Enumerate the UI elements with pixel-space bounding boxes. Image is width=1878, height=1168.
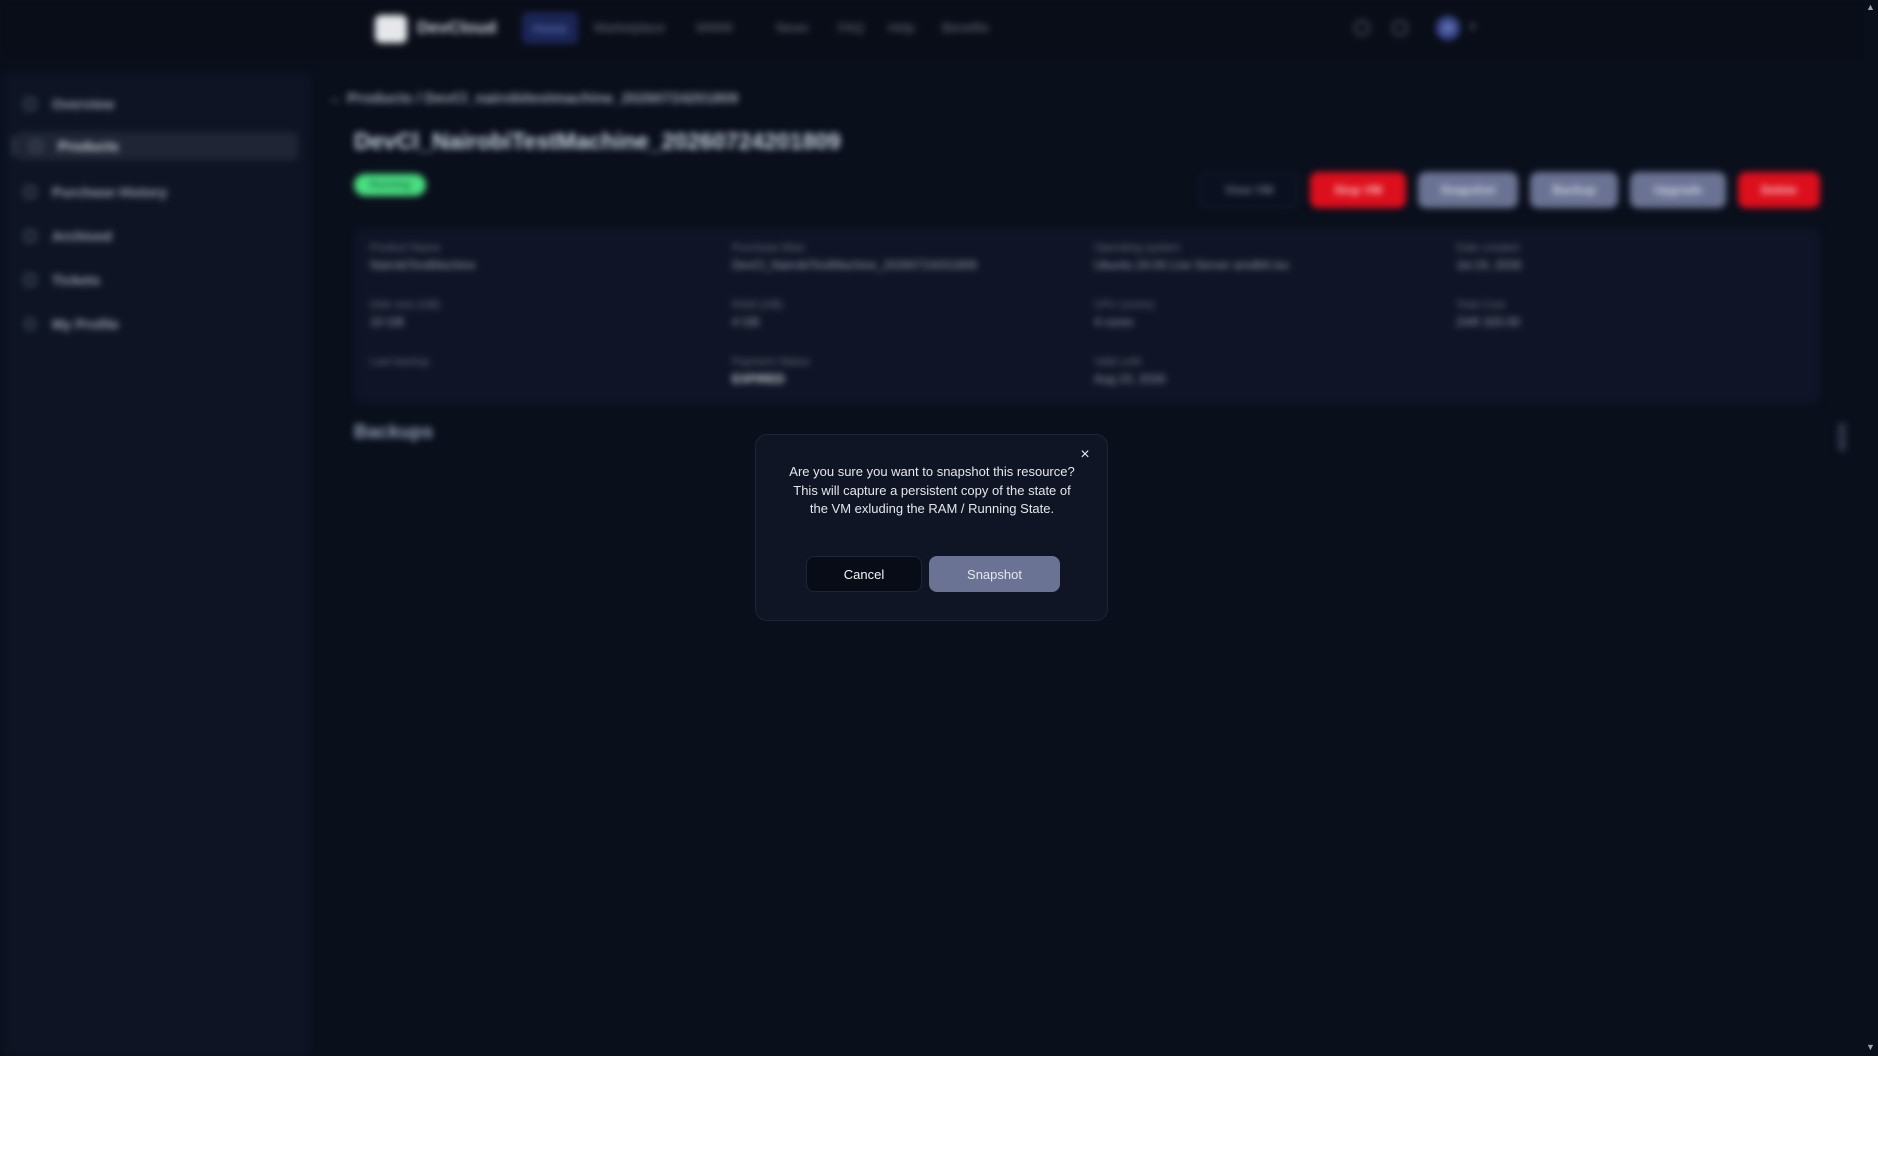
sidebar-item-label: Overview: [52, 96, 115, 112]
sidebar-item-my-profile[interactable]: My Profile: [24, 310, 296, 338]
ticket-icon: [24, 274, 36, 286]
backups-heading: Backups: [354, 422, 434, 443]
detail-date-created: Date created Jul 24, 2026: [1456, 242, 1521, 272]
archive-icon: [24, 230, 36, 242]
delete-button[interactable]: Delete: [1738, 172, 1820, 208]
breadcrumb-text: Products / DevCl_nairobitestmachine_2026…: [347, 90, 739, 107]
detail-total-cost: Total Cost ZAR 320.00: [1456, 299, 1520, 329]
nav-marketplace[interactable]: Marketplace: [594, 20, 665, 35]
detail-value: 4 cores: [1094, 315, 1134, 329]
logo-icon[interactable]: [375, 15, 407, 43]
sidebar-item-products[interactable]: Products: [12, 132, 298, 160]
detail-last-backup: Last backup: [370, 356, 429, 372]
detail-disk: Disk size (GB) 10 GB: [370, 299, 440, 329]
stop-vm-button[interactable]: Stop VM: [1310, 172, 1406, 208]
backup-button[interactable]: Backup: [1530, 172, 1618, 208]
dialog-message: Are you sure you want to snapshot this r…: [789, 464, 1075, 516]
detail-label: Operating system: [1094, 242, 1181, 254]
detail-value: 4 GB: [732, 315, 760, 329]
scroll-down-icon[interactable]: ▼: [1866, 1042, 1875, 1052]
page-title: DevCl_NairobiTestMachine_20260724201809: [354, 128, 841, 154]
chevron-down-icon[interactable]: ▾: [1470, 20, 1476, 33]
nav-benefits[interactable]: Benefits: [942, 20, 989, 35]
grid-icon: [24, 98, 36, 110]
breadcrumb[interactable]: ← Products / DevCl_nairobitestmachine_20…: [328, 90, 738, 107]
cancel-button[interactable]: Cancel: [806, 556, 922, 592]
sidebar: Overview Products Purchase History Archi…: [4, 74, 310, 1056]
detail-value: EXPIRED: [732, 372, 785, 386]
nav-home[interactable]: Home: [522, 12, 578, 44]
nav-news[interactable]: News: [776, 20, 809, 35]
snapshot-confirm-dialog: × Are you sure you want to snapshot this…: [755, 434, 1108, 621]
detail-value: ZAR 320.00: [1456, 315, 1521, 329]
active-indicator: [12, 136, 15, 156]
detail-ram: RAM (GB) 4 GB: [732, 299, 783, 329]
sidebar-item-label: Tickets: [52, 272, 100, 288]
detail-label: CPU (cores): [1094, 299, 1155, 311]
nav-faq[interactable]: FAQ: [838, 20, 864, 35]
detail-value: Aug 23, 2026: [1094, 372, 1166, 386]
theme-toggle-icon[interactable]: [1354, 20, 1370, 36]
app-window: DevCloud Home Marketplace WWW News FAQ H…: [0, 0, 1878, 1056]
sidebar-item-label: Products: [58, 138, 119, 154]
nav-help[interactable]: Help: [888, 20, 915, 35]
detail-payment-status: Payment Status EXPIRED: [732, 356, 810, 386]
detail-value: Jul 24, 2026: [1456, 258, 1522, 272]
top-navbar: DevCloud Home Marketplace WWW News FAQ H…: [0, 0, 1870, 58]
detail-label: Payment Status: [732, 356, 810, 368]
sidebar-item-overview[interactable]: Overview: [24, 90, 296, 118]
detail-label: RAM (GB): [732, 299, 783, 311]
nav-www[interactable]: WWW: [696, 20, 733, 35]
detail-label: Last backup: [370, 356, 430, 368]
upgrade-button[interactable]: Upgrade: [1630, 172, 1726, 208]
sidebar-item-label: My Profile: [52, 316, 119, 332]
detail-label: Date created: [1456, 242, 1519, 254]
detail-label: Valid until: [1094, 356, 1141, 368]
detail-cpu: CPU (cores) 4 cores: [1094, 299, 1155, 329]
sidebar-item-purchase-history[interactable]: Purchase History: [24, 178, 296, 206]
confirm-snapshot-button[interactable]: Snapshot: [929, 556, 1060, 592]
close-icon[interactable]: ×: [1076, 446, 1094, 464]
status-badge: Running: [354, 174, 426, 196]
detail-value: 10 GB: [370, 315, 405, 329]
detail-purchase-alias: Purchase Alias DevCl_NairobiTestMachine_…: [732, 242, 977, 272]
avatar[interactable]: JK: [1436, 16, 1460, 40]
box-icon: [30, 140, 42, 152]
sidebar-item-archived[interactable]: Archived: [24, 222, 296, 250]
detail-value: NairobiTestMachine: [370, 258, 476, 272]
detail-os: Operating system Ubuntu 24.04 Live Serve…: [1094, 242, 1289, 272]
scroll-up-icon[interactable]: ▲: [1866, 2, 1875, 12]
notification-bell-icon[interactable]: [1392, 20, 1408, 36]
detail-value: Ubuntu 24.04 Live Server amd64.iso: [1094, 258, 1289, 272]
sidebar-item-label: Archived: [52, 228, 112, 244]
detail-label: Disk size (GB): [370, 299, 441, 311]
sidebar-item-tickets[interactable]: Tickets: [24, 266, 296, 294]
back-arrow-icon[interactable]: ←: [328, 90, 347, 107]
receipt-icon: [24, 186, 36, 198]
snapshot-button[interactable]: Snapshot: [1418, 172, 1518, 208]
detail-value: DevCl_NairobiTestMachine_20260724201809: [732, 258, 977, 272]
scroll-handle[interactable]: [1838, 422, 1846, 452]
scrollbar[interactable]: [1864, 0, 1878, 1056]
user-icon: [24, 318, 36, 330]
details-card: Product Name NairobiTestMachine Purchase…: [354, 228, 1820, 404]
sidebar-item-label: Purchase History: [52, 184, 168, 200]
detail-label: Product Name: [370, 242, 441, 254]
view-vm-button[interactable]: View VM: [1200, 172, 1298, 208]
detail-valid-until: Valid until Aug 23, 2026: [1094, 356, 1165, 386]
brand-name[interactable]: DevCloud: [417, 18, 496, 38]
detail-label: Purchase Alias: [732, 242, 805, 254]
detail-product-name: Product Name NairobiTestMachine: [370, 242, 475, 272]
detail-label: Total Cost: [1456, 299, 1505, 311]
